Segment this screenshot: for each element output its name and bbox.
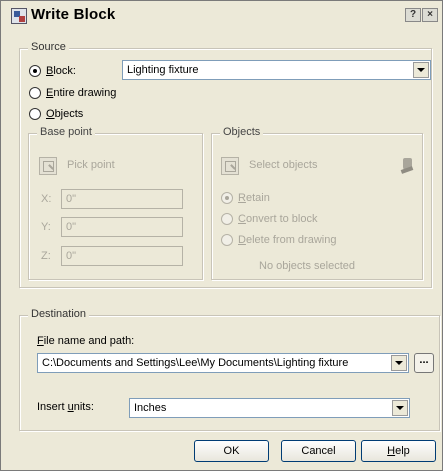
delete-from-drawing-label: Delete from drawing (238, 234, 337, 246)
insert-units-combobox[interactable]: Inches (129, 398, 410, 418)
y-value: 0" (66, 221, 77, 233)
write-block-icon (11, 8, 27, 24)
retain-radio[interactable]: Retain (221, 190, 270, 206)
z-value: 0" (66, 250, 77, 262)
file-path-value: C:\Documents and Settings\Lee\My Documen… (42, 357, 349, 369)
block-radio-label: Block: (46, 65, 76, 77)
convert-to-block-label: Convert to block (238, 213, 318, 225)
radio-indicator[interactable] (221, 192, 233, 204)
radio-indicator[interactable] (29, 65, 41, 77)
objects-radio-label: Objects (46, 108, 84, 120)
objects-radio[interactable]: Objects (29, 106, 83, 122)
cancel-button[interactable]: Cancel (281, 440, 356, 462)
file-name-label: File name and path: (37, 335, 135, 347)
chevron-down-icon[interactable] (392, 400, 408, 416)
pick-point-icon[interactable] (39, 157, 57, 175)
selection-status: No objects selected (259, 260, 355, 272)
x-label: X: (41, 193, 52, 205)
close-icon[interactable]: × (422, 8, 438, 22)
select-objects-button[interactable]: Select objects (249, 159, 317, 171)
z-label: Z: (41, 250, 51, 262)
radio-indicator[interactable] (221, 213, 233, 225)
title-bar[interactable]: Write Block ? × (1, 1, 442, 31)
retain-label: Retain (238, 192, 270, 204)
help-button[interactable]: Help (361, 440, 436, 462)
convert-to-block-radio[interactable]: Convert to block (221, 211, 318, 227)
delete-from-drawing-radio[interactable]: Delete from drawing (221, 232, 336, 248)
objects-legend: Objects (220, 126, 264, 138)
block-radio[interactable]: Block: (29, 63, 76, 79)
entire-drawing-label: Entire drawing (46, 87, 117, 99)
x-field[interactable]: 0" (61, 189, 183, 209)
pick-point-button[interactable]: Pick point (67, 159, 115, 171)
block-name-combobox[interactable]: Lighting fixture (122, 60, 431, 80)
chevron-down-icon[interactable] (413, 62, 429, 78)
y-field[interactable]: 0" (61, 217, 183, 237)
z-field[interactable]: 0" (61, 246, 183, 266)
y-label: Y: (41, 221, 51, 233)
base-point-legend: Base point (37, 126, 95, 138)
source-legend: Source (28, 41, 69, 53)
entire-drawing-radio[interactable]: Entire drawing (29, 85, 116, 101)
radio-indicator[interactable] (29, 108, 41, 120)
radio-indicator[interactable] (221, 234, 233, 246)
destination-legend: Destination (28, 308, 90, 320)
x-value: 0" (66, 193, 77, 205)
block-name-value: Lighting fixture (127, 64, 199, 76)
insert-units-label: Insert units: (37, 401, 94, 413)
insert-units-value: Inches (134, 402, 167, 414)
objects-group: Objects (211, 126, 423, 280)
file-path-combobox[interactable]: C:\Documents and Settings\Lee\My Documen… (37, 353, 409, 373)
quick-select-icon[interactable] (398, 156, 418, 176)
select-objects-icon[interactable] (221, 157, 239, 175)
help-icon[interactable]: ? (405, 8, 421, 22)
radio-indicator[interactable] (29, 87, 41, 99)
ok-button[interactable]: OK (194, 440, 269, 462)
write-block-dialog: Write Block ? × Source Block: Lighting f… (0, 0, 443, 471)
browse-button[interactable]: ... (414, 353, 434, 373)
chevron-down-icon[interactable] (391, 355, 407, 371)
dialog-title: Write Block (31, 6, 116, 23)
